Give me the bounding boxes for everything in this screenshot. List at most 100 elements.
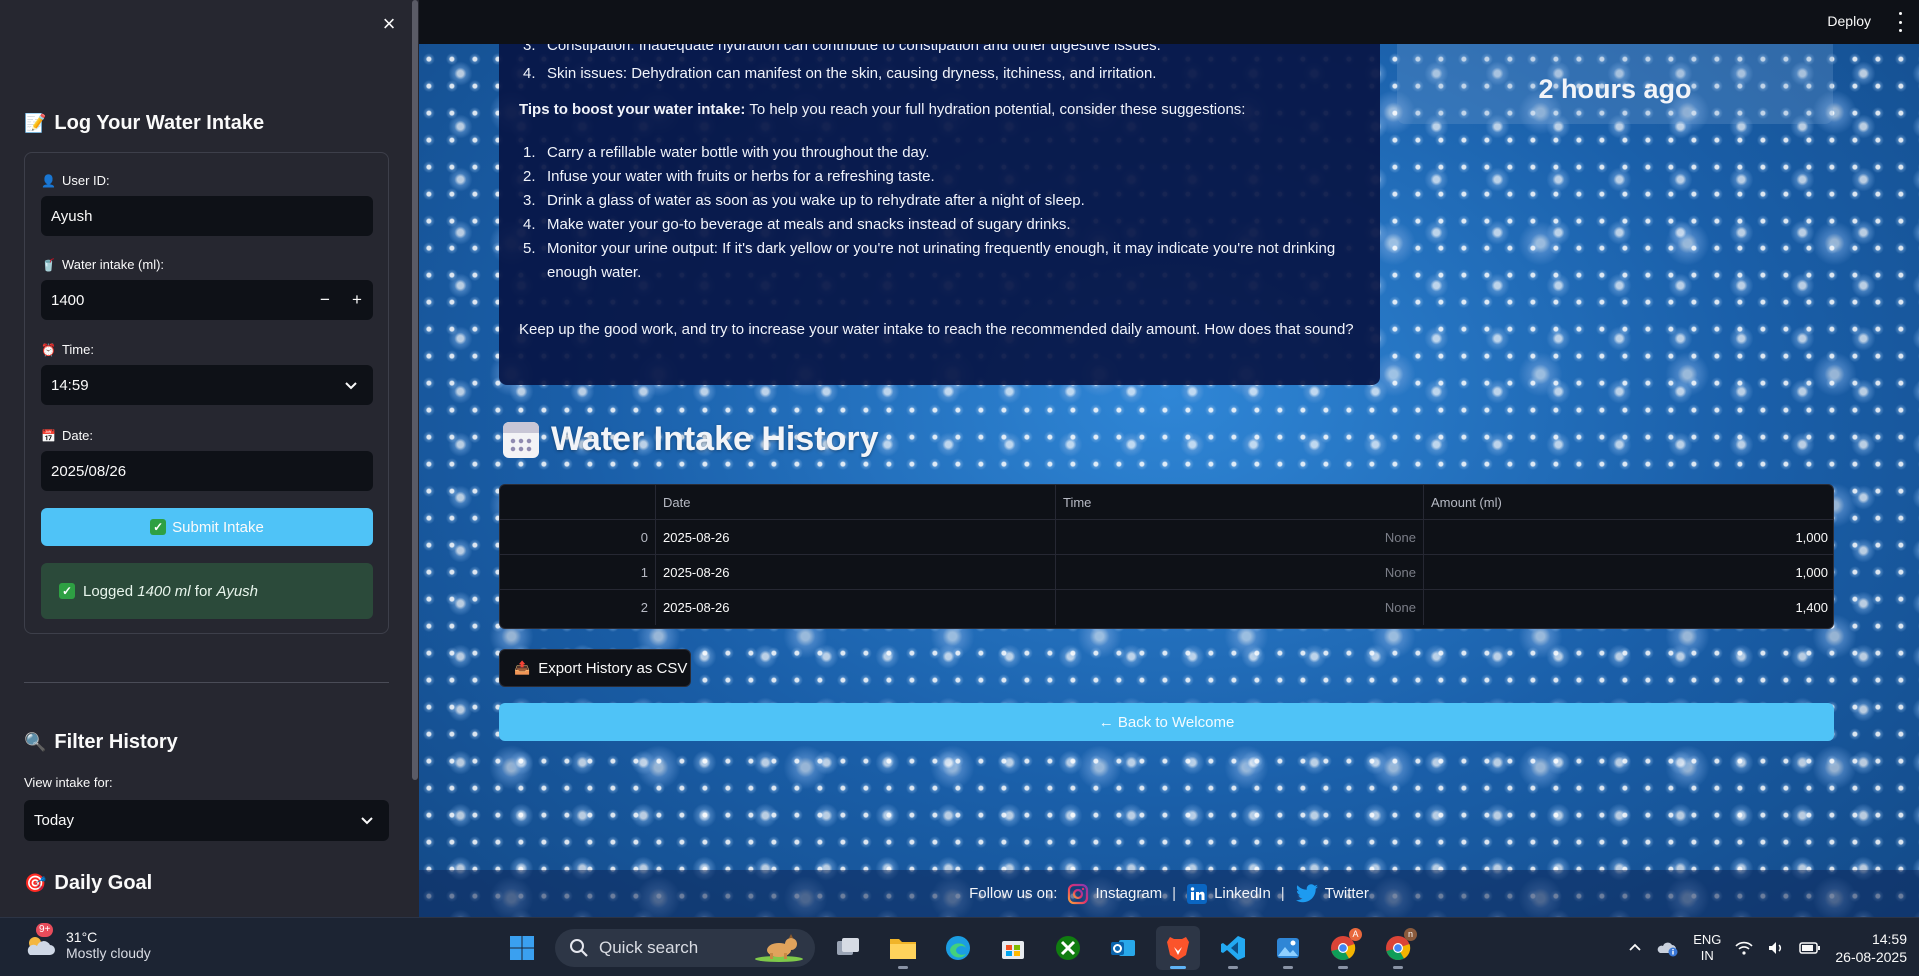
vscode-button[interactable] [1211, 926, 1255, 970]
date-label-text: Date: [61, 428, 94, 443]
wifi-icon[interactable] [1735, 940, 1753, 956]
main-menu-icon[interactable] [1897, 12, 1903, 32]
running-indicator [1393, 966, 1403, 969]
sidebar-scrollbar[interactable] [410, 0, 419, 917]
column-header-index[interactable] [500, 485, 656, 520]
list-item-text: Constipation: Inadequate hydration can c… [547, 44, 1161, 54]
date-cell[interactable]: 2025-08-26 [656, 590, 1056, 625]
history-table[interactable]: Date Time Amount (ml) 0 2025-08-26 None … [499, 484, 1834, 629]
check-mark-icon: ✓ [59, 583, 75, 599]
date-cell[interactable]: 2025-08-26 [656, 555, 1056, 590]
deploy-button[interactable]: Deploy [1827, 13, 1871, 29]
taskbar-search[interactable]: Quick search [555, 929, 815, 967]
column-header-time[interactable]: Time [1056, 485, 1424, 520]
region-code: IN [1700, 947, 1714, 963]
show-hidden-icons-chevron-icon[interactable] [1627, 940, 1643, 956]
linkedin-icon [1187, 883, 1208, 904]
alarm-clock-icon: ⏰ [41, 342, 56, 357]
chevron-down-icon [345, 382, 357, 390]
view-intake-select[interactable]: Today [24, 800, 389, 841]
calendar-icon: 📅 [41, 428, 56, 443]
brave-browser-button[interactable] [1156, 926, 1200, 970]
date-input[interactable]: 2025/08/26 [41, 451, 373, 491]
onedrive-info-icon[interactable] [1657, 938, 1679, 958]
sidebar: × 📝 Log Your Water Intake 👤 User ID: Ayu… [0, 0, 419, 917]
increment-button[interactable]: + [341, 280, 373, 320]
brave-lion-icon [1167, 937, 1189, 960]
back-to-welcome-button[interactable]: ← Back to Welcome [499, 703, 1834, 741]
table-row[interactable]: 1 2025-08-26 None 1,000 [500, 555, 1833, 590]
time-label-text: Time: [61, 342, 94, 357]
linkedin-link[interactable]: LinkedIn [1186, 883, 1271, 905]
column-header-amount[interactable]: Amount (ml) [1424, 485, 1833, 520]
row-index: 1 [500, 555, 656, 590]
user-id-input[interactable]: Ayush [41, 196, 373, 236]
weather-widget[interactable]: 9+ 31°C Mostly cloudy [22, 923, 151, 963]
outbox-tray-icon: 📤 [514, 660, 531, 675]
microsoft-store-button[interactable] [991, 926, 1035, 970]
date-cell[interactable]: 2025-08-26 [656, 520, 1056, 555]
clock-time: 14:59 [1871, 930, 1907, 947]
tip-item: 3. Drink a glass of water as soon as you … [519, 189, 1359, 213]
twitter-link[interactable]: Twitter [1295, 883, 1369, 904]
instagram-link[interactable]: Instagram [1067, 883, 1162, 905]
input-language[interactable]: ENG IN [1693, 932, 1721, 964]
log-intake-title: Log Your Water Intake [54, 112, 265, 134]
water-intake-value[interactable]: 1400 [51, 292, 84, 309]
close-sidebar-icon[interactable]: × [377, 12, 401, 36]
time-cell[interactable]: None [1056, 590, 1424, 625]
edge-browser-button[interactable] [936, 926, 980, 970]
success-alert: ✓ Logged 1400 ml for Ayush [41, 563, 373, 619]
windows-taskbar: 9+ 31°C Mostly cloudy Quick search A n E… [0, 917, 1919, 976]
notification-badge: 9+ [36, 923, 54, 937]
file-explorer-button[interactable] [881, 926, 925, 970]
task-view-button[interactable] [826, 926, 870, 970]
time-select[interactable]: 14:59 [41, 365, 373, 405]
system-clock[interactable]: 14:59 26-08-2025 [1835, 930, 1907, 966]
amount-cell[interactable]: 1,400 [1424, 590, 1833, 625]
weather-description: Mostly cloudy [66, 945, 151, 961]
follow-us-text: Follow us on: [969, 885, 1058, 902]
tip-number: 4. [523, 216, 536, 233]
profile-badge-icon: A [1349, 928, 1362, 941]
volume-icon[interactable] [1767, 940, 1785, 956]
row-index: 0 [500, 520, 656, 555]
tips-list: 1. Carry a refillable water bottle with y… [519, 141, 1359, 285]
water-intake-input[interactable]: 1400 − + [41, 280, 373, 320]
running-indicator [1283, 966, 1293, 969]
chrome-profile-1-button[interactable]: A [1321, 926, 1365, 970]
profile-badge-icon: n [1404, 928, 1417, 941]
amount-cell[interactable]: 1,000 [1424, 555, 1833, 590]
xbox-button[interactable] [1046, 926, 1090, 970]
tip-item: 5. Monitor your urine output: If it's dar… [519, 237, 1359, 285]
export-csv-button[interactable]: 📤 Export History as CSV [499, 649, 691, 687]
submit-intake-button[interactable]: ✓ Submit Intake [41, 508, 373, 546]
photos-button[interactable] [1266, 926, 1310, 970]
time-cell[interactable]: None [1056, 555, 1424, 590]
water-glass-icon: 🥤 [41, 257, 56, 272]
success-prefix: Logged [83, 582, 138, 600]
sidebar-divider [24, 682, 389, 683]
tip-item: 2. Infuse your water with fruits or herbs… [519, 165, 1359, 189]
user-id-label: 👤 User ID: [41, 173, 110, 188]
table-row[interactable]: 0 2025-08-26 None 1,000 [500, 520, 1833, 555]
amount-cell[interactable]: 1,000 [1424, 520, 1833, 555]
export-csv-label: Export History as CSV [538, 659, 688, 677]
sidebar-scrollbar-thumb[interactable] [412, 0, 418, 780]
tip-text: Carry a refillable water bottle with you… [547, 144, 930, 161]
start-button[interactable] [500, 926, 544, 970]
table-row[interactable]: 2 2025-08-26 None 1,400 [500, 590, 1833, 625]
tips-intro-text: To help you reach your full hydration po… [745, 101, 1246, 118]
language-code: ENG [1693, 931, 1722, 947]
chevron-down-icon [361, 817, 373, 825]
list-item: 4. Skin issues: Dehydration can manifest … [519, 62, 1359, 86]
view-intake-value: Today [34, 812, 75, 829]
twitter-label: Twitter [1324, 885, 1369, 902]
column-header-date[interactable]: Date [656, 485, 1056, 520]
decrement-button[interactable]: − [309, 280, 341, 320]
twitter-bird-icon [1295, 883, 1318, 902]
outlook-button[interactable] [1101, 926, 1145, 970]
time-cell[interactable]: None [1056, 520, 1424, 555]
chrome-profile-2-button[interactable]: n [1376, 926, 1420, 970]
battery-icon[interactable] [1799, 941, 1821, 955]
